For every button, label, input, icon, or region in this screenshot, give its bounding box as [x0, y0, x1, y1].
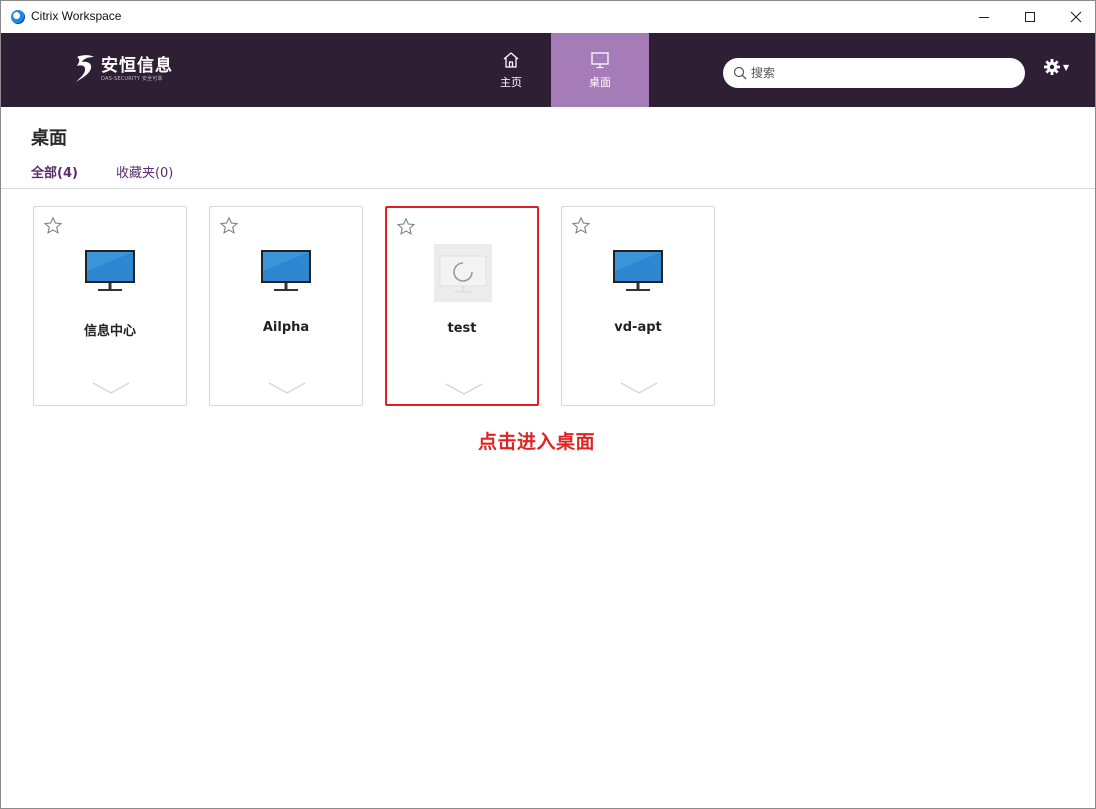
annotation-label: 点击进入桌面 [478, 431, 596, 453]
tab-home-label: 主页 [500, 76, 522, 89]
chevron-down-icon: ▼ [1063, 62, 1070, 72]
chevron-down-icon[interactable] [444, 381, 484, 397]
close-button[interactable] [1053, 1, 1096, 33]
filter-all[interactable]: 全部(4) [31, 162, 78, 181]
close-icon [1070, 11, 1082, 23]
tab-desktops[interactable]: 桌面 [551, 33, 649, 107]
monitor-icon [591, 52, 609, 69]
favorite-star-icon[interactable] [219, 216, 239, 236]
desktop-card[interactable]: Ailpha [209, 206, 363, 406]
chevron-down-icon[interactable] [619, 380, 659, 396]
desktop-name: Ailpha [262, 320, 310, 335]
search-input[interactable] [751, 66, 1011, 80]
top-navigation-bar: 安恒信息 DAS-SECURITY 安全可靠 主页 桌面 搜索 ▼ [1, 33, 1095, 107]
loading-icon [439, 255, 487, 293]
chevron-down-icon[interactable] [91, 380, 131, 396]
maximize-button[interactable] [1007, 1, 1053, 33]
header-divider [1, 188, 1095, 189]
brand-logo: 安恒信息 DAS-SECURITY 安全可靠 [73, 53, 173, 85]
desktop-name: 信息中心 [83, 324, 136, 339]
gear-icon [1044, 59, 1060, 75]
tab-home[interactable]: 主页 [462, 33, 560, 107]
home-icon [503, 52, 519, 68]
search-icon [733, 66, 747, 80]
desktop-name: test [447, 321, 477, 336]
brand-logo-mark-icon [76, 55, 94, 82]
desktop-card[interactable]: vd-apt [561, 206, 715, 406]
citrix-workspace-window: Citrix Workspace 安恒信息 DAS-SECURITY 安全可靠 … [0, 0, 1096, 809]
chevron-down-icon[interactable] [267, 380, 307, 396]
monitor-icon [261, 250, 311, 291]
settings-menu-button[interactable]: ▼ [1043, 58, 1069, 76]
minimize-button[interactable] [961, 1, 1007, 33]
window-title: Citrix Workspace [31, 9, 122, 23]
monitor-icon [85, 250, 135, 291]
tab-desktops-label: 桌面 [589, 76, 611, 89]
citrix-app-icon [11, 10, 25, 24]
desktop-card-selected[interactable]: test [385, 206, 539, 406]
brand-logo-subtitle: DAS-SECURITY 安全可靠 [101, 76, 163, 82]
favorite-star-icon[interactable] [43, 216, 63, 236]
brand-logo-text: 安恒信息 [101, 56, 173, 76]
loading-tile [434, 244, 492, 302]
search-box[interactable] [723, 58, 1025, 88]
filter-favorites[interactable]: 收藏夹(0) [116, 162, 173, 181]
title-bar: Citrix Workspace [1, 1, 1095, 33]
page-title: 桌面 [31, 128, 67, 149]
monitor-icon [613, 250, 663, 291]
filter-tabs: 全部(4) 收藏夹(0) [31, 162, 173, 181]
favorite-star-icon[interactable] [571, 216, 591, 236]
minimize-icon [979, 16, 989, 18]
desktop-name: vd-apt [614, 320, 662, 335]
desktop-card[interactable]: 信息中心 [33, 206, 187, 406]
maximize-icon [1025, 12, 1035, 22]
favorite-star-icon[interactable] [396, 217, 416, 237]
